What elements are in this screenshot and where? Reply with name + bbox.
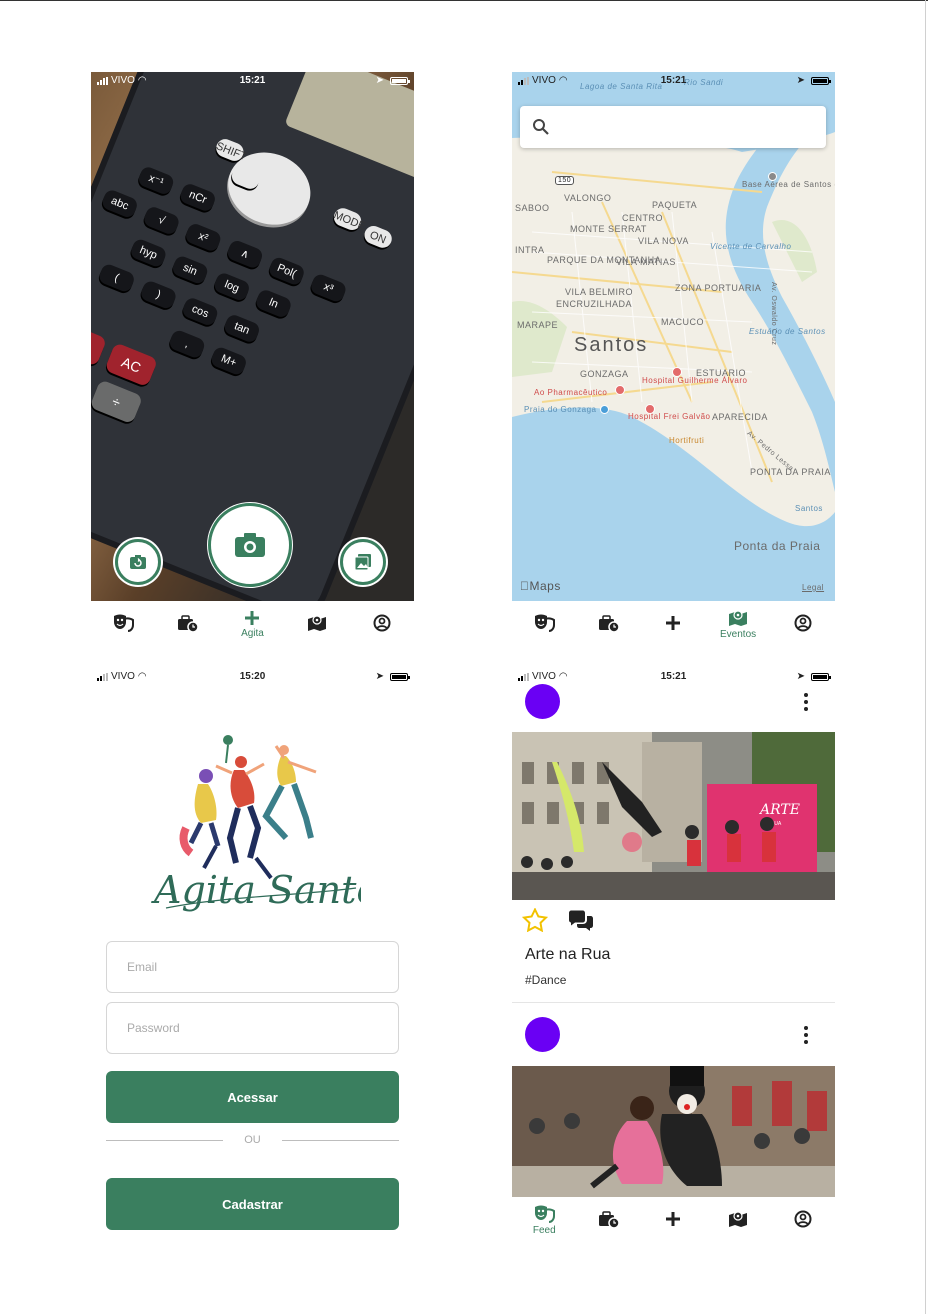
tab-feed[interactable]: Feed xyxy=(512,1197,577,1243)
more-options-icon[interactable] xyxy=(804,1026,808,1044)
pharmacy-pin-icon[interactable] xyxy=(615,385,625,395)
tab-bar: Feed xyxy=(512,1197,835,1243)
camera-icon xyxy=(235,533,265,557)
tab-bar: Agita xyxy=(91,601,414,647)
camera-screen: SHIFT MODE ON x⁻¹ nCr abc √ x² ∧ Pol( x³… xyxy=(91,72,414,647)
tab-events[interactable]: Eventos xyxy=(706,601,771,647)
tab-agita[interactable]: Agita xyxy=(220,601,285,647)
search-icon xyxy=(533,119,549,135)
theater-masks-icon xyxy=(114,614,135,632)
plus-icon xyxy=(245,610,260,625)
status-bar: VIVO ◠ 15:21 ➤ xyxy=(512,72,835,90)
page-top-border xyxy=(0,0,928,1)
avatar[interactable] xyxy=(525,684,560,719)
tab-feed[interactable] xyxy=(512,601,577,647)
tab-feed[interactable] xyxy=(91,601,156,647)
briefcase-clock-icon xyxy=(598,615,620,632)
theater-masks-icon xyxy=(535,1205,556,1223)
tab-jobs[interactable] xyxy=(577,601,642,647)
tab-jobs[interactable] xyxy=(156,601,221,647)
airport-pin-icon[interactable] xyxy=(768,172,777,181)
tab-profile[interactable] xyxy=(349,601,414,647)
map-marker-icon xyxy=(729,609,748,626)
search-input[interactable] xyxy=(560,119,800,135)
password-input[interactable] xyxy=(127,1021,398,1035)
plus-icon xyxy=(666,1212,681,1226)
tab-agita[interactable] xyxy=(641,1197,706,1243)
email-input[interactable] xyxy=(127,960,398,974)
map-marker-icon xyxy=(308,615,327,631)
gallery-button[interactable] xyxy=(338,537,388,587)
tab-profile[interactable] xyxy=(770,601,835,647)
app-logo: Agita Santos xyxy=(146,728,399,933)
tab-events[interactable] xyxy=(706,1197,771,1243)
feed-screen: VIVO◠ 15:21 ➤ ARTE NA RUA Arte na Rua #D… xyxy=(512,668,835,1243)
camera-switch-icon xyxy=(130,555,146,569)
legal-link[interactable]: Legal xyxy=(802,583,824,592)
briefcase-clock-icon xyxy=(598,1211,620,1228)
status-bar: VIVO ◠ 15:21 ➤ xyxy=(512,668,835,686)
post-tag[interactable]: #Dance xyxy=(525,973,566,987)
briefcase-clock-icon xyxy=(177,615,199,632)
post-title: Arte na Rua xyxy=(525,946,611,963)
tab-jobs[interactable] xyxy=(577,1197,642,1243)
shutter-button[interactable] xyxy=(207,502,293,588)
map-search-bar[interactable] xyxy=(520,106,826,148)
page-right-border xyxy=(925,0,926,1314)
user-circle-icon xyxy=(794,1210,812,1228)
user-circle-icon xyxy=(373,614,391,632)
post-image[interactable] xyxy=(512,1066,835,1197)
avatar[interactable] xyxy=(525,1017,560,1052)
comments-icon xyxy=(569,910,593,931)
more-options-icon[interactable] xyxy=(804,693,808,711)
apple-maps-logo: Maps xyxy=(520,579,560,593)
beach-pin-icon[interactable] xyxy=(600,405,609,414)
post-image[interactable]: ARTE NA RUA xyxy=(512,732,835,900)
star-icon xyxy=(521,907,549,933)
hospital-pin-icon[interactable] xyxy=(672,367,682,377)
tab-bar: Eventos xyxy=(512,601,835,647)
tab-profile[interactable] xyxy=(770,1197,835,1243)
theater-masks-icon xyxy=(535,614,556,632)
comments-button[interactable] xyxy=(567,910,595,937)
favorite-button[interactable] xyxy=(521,907,549,937)
tab-events[interactable] xyxy=(285,601,350,647)
signup-button[interactable]: Cadastrar xyxy=(106,1178,399,1230)
email-field[interactable] xyxy=(106,941,399,993)
plus-icon xyxy=(666,616,681,630)
switch-camera-button[interactable] xyxy=(113,537,163,587)
map-marker-icon xyxy=(729,1211,748,1227)
status-bar: VIVO ◠ 15:21 ➤ xyxy=(91,72,414,90)
hospital-pin-icon[interactable] xyxy=(645,404,655,414)
svg-text:ARTE: ARTE xyxy=(758,802,800,818)
login-button[interactable]: Acessar xyxy=(106,1071,399,1123)
or-divider: OU xyxy=(106,1132,399,1148)
login-screen: VIVO◠ 15:20 ➤ Agita Santos xyxy=(91,668,414,1243)
map-screen: Lagoa de Santa Rita Rio Sandi 150 SABOO … xyxy=(512,72,835,647)
gallery-icon xyxy=(354,554,371,571)
map-view[interactable]: Lagoa de Santa Rita Rio Sandi 150 SABOO … xyxy=(512,72,835,601)
post-divider xyxy=(512,1002,835,1003)
user-circle-icon xyxy=(794,614,812,632)
tab-agita[interactable] xyxy=(641,601,706,647)
password-field[interactable] xyxy=(106,1002,399,1054)
status-bar: VIVO ◠ 15:20 ➤ xyxy=(91,668,414,686)
